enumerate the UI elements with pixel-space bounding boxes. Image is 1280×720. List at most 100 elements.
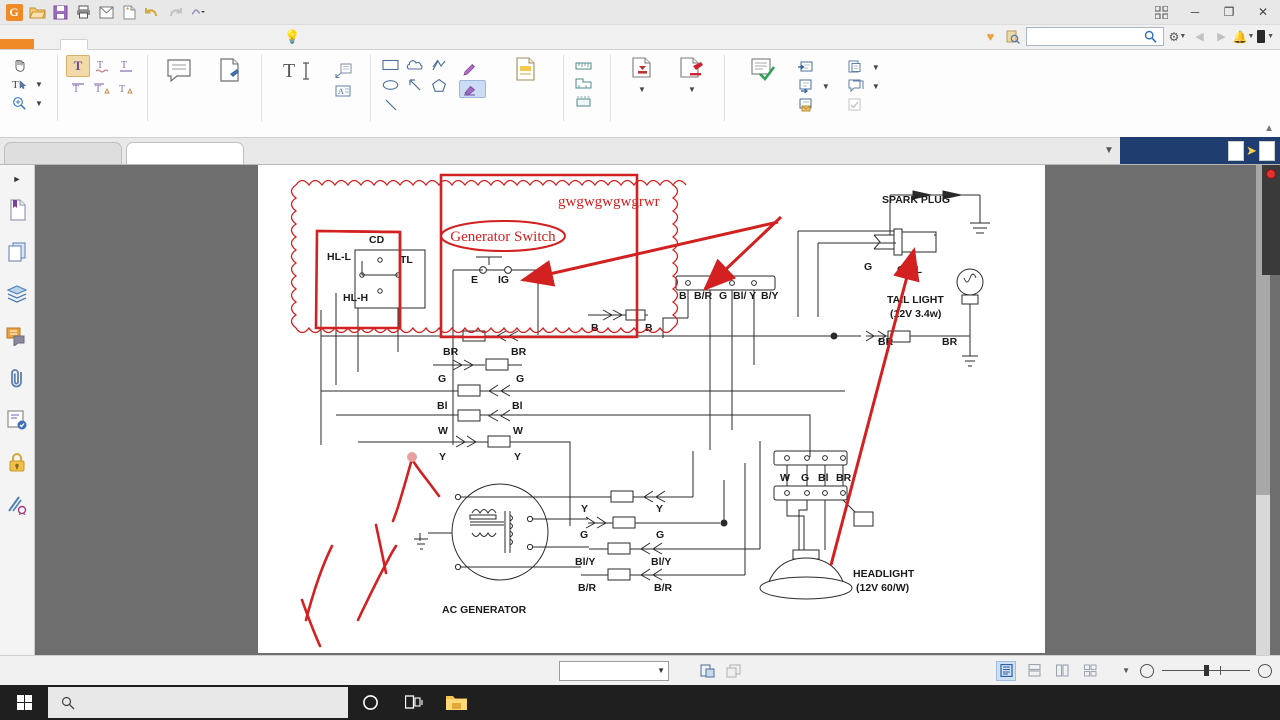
email-icon[interactable] <box>95 2 117 23</box>
note-button[interactable] <box>156 55 202 89</box>
popup-notes-button[interactable]: ▼ <box>845 77 885 95</box>
polyline-tool-button[interactable] <box>427 55 451 75</box>
underline-text-button[interactable]: T <box>114 55 138 77</box>
strikeout-text-button[interactable]: T <box>66 77 90 99</box>
zoom-slider-track[interactable] <box>1162 665 1250 676</box>
start-button[interactable] <box>0 685 48 720</box>
signatures-icon[interactable] <box>2 483 32 525</box>
save-icon[interactable] <box>49 2 71 23</box>
taskbar-search-box[interactable] <box>48 687 348 718</box>
new-icon[interactable]: * <box>118 2 140 23</box>
keep-tool-selected-checkbox[interactable] <box>845 96 885 113</box>
area-highlight-button[interactable] <box>496 55 554 87</box>
previous-page-button[interactable] <box>548 669 552 673</box>
screenrec-widget[interactable] <box>1262 165 1280 275</box>
continuous-facing-view-button[interactable] <box>1080 661 1100 681</box>
close-button[interactable]: ✕ <box>1246 0 1280 25</box>
import-comments-button[interactable] <box>795 58 835 76</box>
search-page-icon[interactable] <box>1004 28 1021 45</box>
tab-help[interactable] <box>218 40 244 49</box>
tab-file[interactable] <box>0 39 34 49</box>
cortana-icon[interactable] <box>348 685 392 720</box>
polygon-tool-button[interactable] <box>427 75 451 95</box>
eraser-button[interactable] <box>458 80 486 98</box>
first-page-button[interactable] <box>537 669 541 673</box>
file-explorer-icon[interactable] <box>436 685 476 720</box>
collapse-ribbon-icon[interactable]: ▲ <box>1264 123 1280 137</box>
export-comments-button[interactable]: ▼ <box>795 77 835 95</box>
fields-icon[interactable] <box>2 399 32 441</box>
tab-comment[interactable] <box>60 39 88 50</box>
minimize-button[interactable]: ─ <box>1178 0 1212 25</box>
callout-button[interactable] <box>332 61 361 81</box>
zoom-slider-handle[interactable] <box>1204 665 1209 676</box>
tell-me-search[interactable]: 💡 <box>270 29 316 49</box>
tab-share[interactable] <box>166 40 192 49</box>
stamp-button[interactable]: ▼ <box>619 55 665 96</box>
summarize-comments-button[interactable] <box>733 55 791 87</box>
maximize-button[interactable]: ❐ <box>1212 0 1246 25</box>
facing-view-button[interactable] <box>1052 661 1072 681</box>
line-tool-button[interactable] <box>379 95 403 115</box>
rectangle-tool-button[interactable] <box>379 55 403 75</box>
task-view-icon[interactable] <box>392 685 436 720</box>
next-page-button[interactable] <box>676 669 680 673</box>
zoom-tool-button[interactable]: ▼ <box>9 94 48 112</box>
security-icon[interactable] <box>2 441 32 483</box>
favorite-icon[interactable]: ♥ <box>982 28 999 45</box>
document-canvas[interactable]: CD HL-L TL HL-H E IG B B/R G Bl/ Y B/Y B… <box>35 165 1280 655</box>
zoom-out-button[interactable] <box>1140 663 1154 678</box>
zoom-slider[interactable] <box>1162 665 1250 676</box>
doc-tab-wiring-diagram[interactable] <box>126 142 244 164</box>
typewriter-button[interactable]: T <box>270 55 328 89</box>
distance-button[interactable] <box>572 58 601 75</box>
open-icon[interactable] <box>26 2 48 23</box>
tab-list-chevron-down-icon[interactable]: ▼ <box>1098 145 1120 156</box>
arrow-tool-button[interactable] <box>403 75 427 95</box>
find-input[interactable] <box>1032 29 1144 44</box>
tab-connect[interactable] <box>192 40 218 49</box>
convert-banner-icons[interactable]: ➤ <box>1228 137 1280 164</box>
bookmarks-icon[interactable] <box>2 189 32 231</box>
hand-tool-button[interactable] <box>9 55 48 74</box>
tab-form[interactable] <box>114 40 140 49</box>
undo-icon[interactable] <box>141 2 163 23</box>
attachments-icon[interactable] <box>2 357 32 399</box>
single-page-view-button[interactable] <box>996 660 1017 681</box>
zoom-presets-chevron-icon[interactable]: ▼ <box>1120 664 1132 677</box>
find-previous-icon[interactable]: ◀ <box>1191 28 1208 45</box>
file-attach-button[interactable] <box>206 55 252 89</box>
tab-home[interactable] <box>34 40 60 49</box>
cloud-tool-button[interactable] <box>403 55 427 75</box>
redo-icon[interactable] <box>164 2 186 23</box>
tab-view[interactable] <box>88 40 114 49</box>
textbox-button[interactable]: A <box>332 82 361 100</box>
last-page-button[interactable] <box>687 669 691 673</box>
tab-protect[interactable] <box>140 40 166 49</box>
previous-view-icon[interactable] <box>698 662 717 680</box>
highlight-text-button[interactable]: T <box>65 55 90 77</box>
foxit-logo-icon[interactable]: G <box>3 2 25 23</box>
fdf-email-button[interactable] <box>795 96 835 114</box>
restore-grid-icon[interactable] <box>1144 0 1178 25</box>
pencil-button[interactable] <box>459 60 486 79</box>
pdf-page[interactable]: CD HL-L TL HL-H E IG B B/R G Bl/ Y B/Y B… <box>258 165 1045 653</box>
tab-extras[interactable] <box>244 40 270 49</box>
account-avatar-icon[interactable]: ▼ <box>1257 28 1274 45</box>
expand-panel-arrow-icon[interactable]: ► <box>2 169 32 189</box>
layers-icon[interactable] <box>2 273 32 315</box>
customize-icon[interactable] <box>187 2 209 23</box>
replace-text-button[interactable]: T <box>90 77 114 99</box>
zoom-in-button[interactable] <box>1258 663 1272 678</box>
find-settings-gear-icon[interactable]: ⚙ ▼ <box>1169 28 1187 45</box>
page-thumbnails-icon[interactable] <box>2 231 32 273</box>
doc-tab-start[interactable] <box>4 142 122 164</box>
comments-panel-icon[interactable] <box>2 315 32 357</box>
find-next-icon[interactable]: ▶ <box>1213 28 1230 45</box>
insert-text-button[interactable]: T <box>114 77 138 99</box>
squiggly-text-button[interactable]: T <box>90 55 114 77</box>
area-button[interactable] <box>572 94 601 111</box>
perimeter-button[interactable] <box>572 76 601 93</box>
oval-tool-button[interactable] <box>379 75 403 95</box>
convert-pdf-to-word-banner[interactable] <box>1120 137 1228 164</box>
